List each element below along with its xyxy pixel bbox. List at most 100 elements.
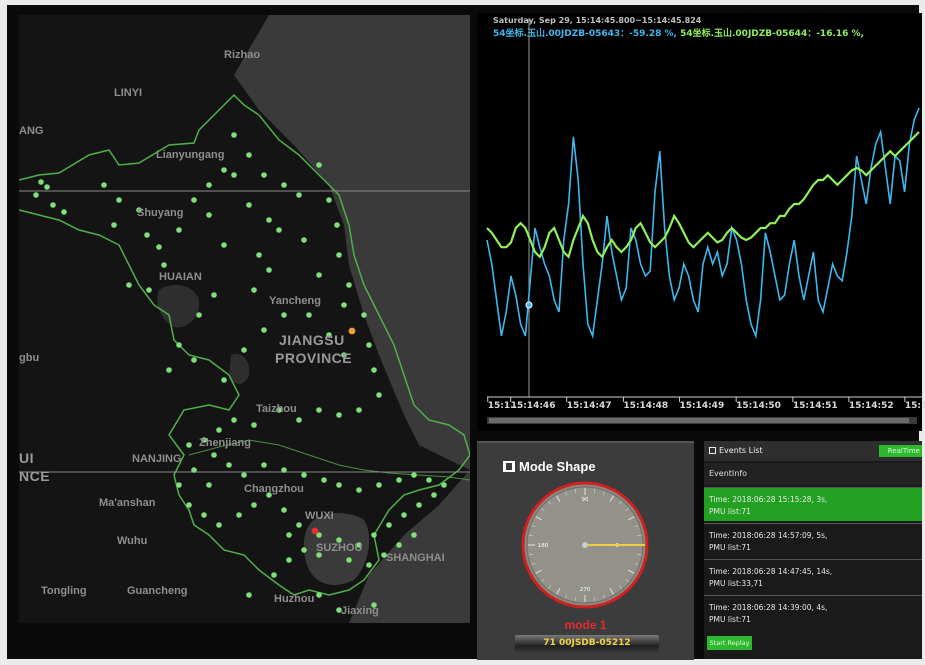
pmu-dot[interactable] — [356, 487, 362, 493]
pmu-dot[interactable] — [38, 179, 44, 185]
pmu-dot[interactable] — [296, 417, 302, 423]
pmu-dot[interactable] — [44, 184, 50, 190]
pmu-dot[interactable] — [251, 422, 257, 428]
pmu-dot[interactable] — [296, 522, 302, 528]
pmu-dot[interactable] — [411, 532, 417, 538]
pmu-dot[interactable] — [316, 162, 322, 168]
pmu-dot[interactable] — [316, 407, 322, 413]
chart-plot[interactable] — [477, 13, 922, 431]
pmu-dot[interactable] — [281, 312, 287, 318]
pmu-dot[interactable] — [251, 502, 257, 508]
pmu-dot[interactable] — [376, 392, 382, 398]
pmu-dot[interactable] — [241, 472, 247, 478]
pmu-dot[interactable] — [246, 592, 252, 598]
pmu-dot[interactable] — [206, 482, 212, 488]
start-replay-button[interactable]: Start Replay — [707, 636, 752, 650]
pmu-dot[interactable] — [261, 462, 267, 468]
pmu-dot[interactable] — [61, 209, 67, 215]
pmu-dot[interactable] — [301, 547, 307, 553]
pmu-dot[interactable] — [226, 462, 232, 468]
pmu-dot[interactable] — [266, 217, 272, 223]
pmu-dot[interactable] — [191, 467, 197, 473]
pmu-dot[interactable] — [111, 222, 117, 228]
event-row[interactable]: Time: 2018:06:28 14:39:00, 4s, PMU list:… — [704, 595, 922, 629]
pmu-map[interactable]: Rizhao LINYI Lianyungang Shuyang HUAIAN … — [19, 15, 470, 623]
pmu-dot[interactable] — [281, 182, 287, 188]
pmu-dot[interactable] — [334, 222, 340, 228]
pmu-dot[interactable] — [281, 467, 287, 473]
pmu-dot[interactable] — [346, 282, 352, 288]
pmu-dot[interactable] — [306, 312, 312, 318]
pmu-dot[interactable] — [386, 522, 392, 528]
pmu-dot[interactable] — [366, 562, 372, 568]
pmu-dot[interactable] — [126, 282, 132, 288]
pmu-dot[interactable] — [301, 472, 307, 478]
pmu-dot[interactable] — [146, 287, 152, 293]
pmu-dot[interactable] — [206, 212, 212, 218]
pmu-dot[interactable] — [191, 197, 197, 203]
pmu-dot[interactable] — [231, 417, 237, 423]
pmu-dot[interactable] — [201, 512, 207, 518]
pmu-dot[interactable] — [296, 192, 302, 198]
pmu-dot[interactable] — [336, 252, 342, 258]
pmu-dot[interactable] — [116, 197, 122, 203]
pmu-dot[interactable] — [221, 167, 227, 173]
pmu-dot[interactable] — [396, 542, 402, 548]
pmu-dot[interactable] — [186, 502, 192, 508]
pmu-dot[interactable] — [441, 482, 447, 488]
pmu-dot[interactable] — [396, 477, 402, 483]
event-row[interactable]: Time: 2018:06:28 14:57:09, 5s, PMU list:… — [704, 523, 922, 557]
pmu-dot[interactable] — [401, 512, 407, 518]
pmu-dot[interactable] — [101, 182, 107, 188]
pmu-dot-warning[interactable] — [348, 327, 356, 335]
pmu-dot[interactable] — [426, 477, 432, 483]
pmu-dot[interactable] — [176, 227, 182, 233]
pmu-dot[interactable] — [211, 292, 217, 298]
pmu-dot[interactable] — [33, 192, 39, 198]
pmu-dot[interactable] — [50, 202, 56, 208]
pmu-dot[interactable] — [281, 507, 287, 513]
pmu-dot[interactable] — [286, 557, 292, 563]
pmu-dot[interactable] — [176, 342, 182, 348]
pmu-dot[interactable] — [161, 262, 167, 268]
event-row[interactable]: Time: 2018:06:28 14:47:45, 14s, PMU list… — [704, 559, 922, 593]
pmu-dot[interactable] — [336, 482, 342, 488]
pmu-dot[interactable] — [206, 182, 212, 188]
pmu-dot[interactable] — [216, 427, 222, 433]
pmu-dot[interactable] — [186, 442, 192, 448]
pmu-dot[interactable] — [221, 377, 227, 383]
pmu-dot[interactable] — [156, 244, 162, 250]
pmu-dot[interactable] — [376, 482, 382, 488]
pmu-dot[interactable] — [144, 232, 150, 238]
pmu-dot[interactable] — [336, 412, 342, 418]
scrollbar-thumb[interactable] — [489, 418, 909, 423]
pmu-dot[interactable] — [286, 532, 292, 538]
pmu-dot[interactable] — [411, 472, 417, 478]
pmu-dot[interactable] — [176, 482, 182, 488]
event-row[interactable]: Time: 2018:06:28 15:15:28, 3s, PMU list:… — [704, 487, 922, 521]
pmu-dot[interactable] — [431, 492, 437, 498]
pmu-dot[interactable] — [261, 327, 267, 333]
pmu-dot[interactable] — [341, 302, 347, 308]
pmu-dot[interactable] — [371, 367, 377, 373]
pmu-dot[interactable] — [231, 172, 237, 178]
pmu-dot[interactable] — [371, 532, 377, 538]
pmu-dot[interactable] — [246, 202, 252, 208]
pmu-dot[interactable] — [366, 342, 372, 348]
pmu-dot[interactable] — [356, 407, 362, 413]
pmu-dot[interactable] — [241, 347, 247, 353]
pmu-dot[interactable] — [166, 367, 172, 373]
pmu-dot[interactable] — [256, 252, 262, 258]
pmu-dot[interactable] — [276, 227, 282, 233]
pmu-dot[interactable] — [316, 272, 322, 278]
pmu-dot[interactable] — [346, 557, 352, 563]
pmu-dot[interactable] — [221, 242, 227, 248]
map-canvas[interactable] — [19, 15, 470, 623]
pmu-dot[interactable] — [196, 312, 202, 318]
pmu-dot[interactable] — [316, 592, 322, 598]
pmu-dot[interactable] — [361, 312, 367, 318]
waveform-chart[interactable]: Saturday, Sep 29, 15:14:45.800~15:14:45.… — [477, 13, 925, 431]
pmu-dot[interactable] — [261, 172, 267, 178]
pmu-dot[interactable] — [326, 197, 332, 203]
pmu-dot[interactable] — [191, 357, 197, 363]
